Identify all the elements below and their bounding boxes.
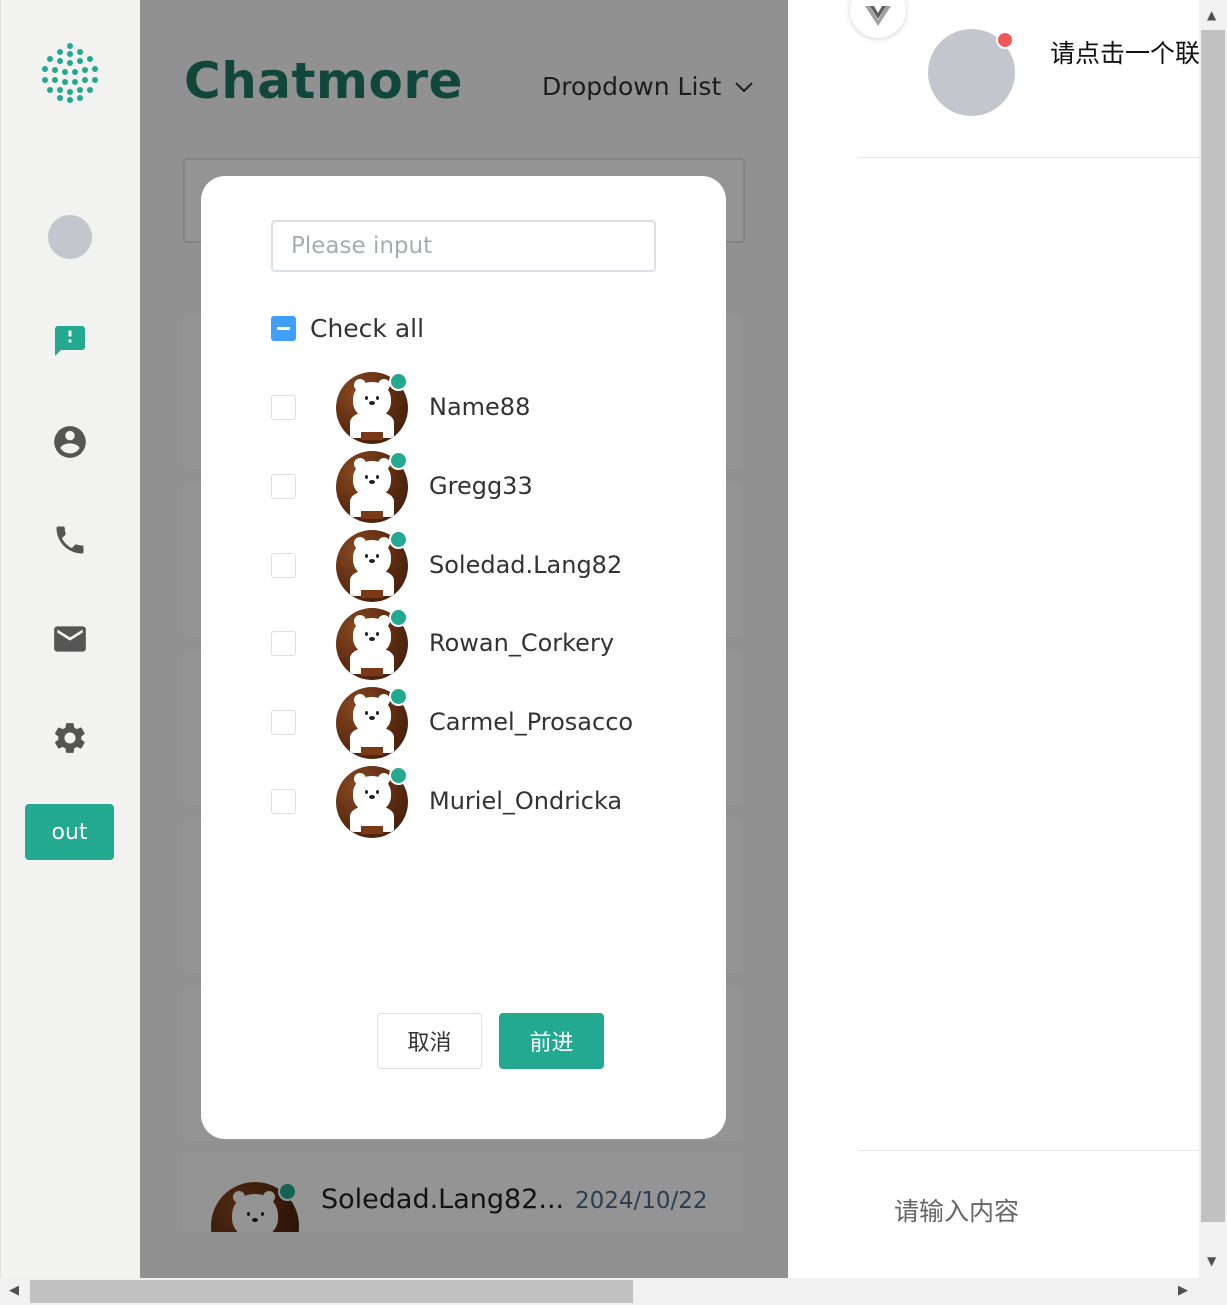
user-list-item[interactable]: Muriel_Ondricka [271, 766, 691, 838]
user-name: Name88 [429, 393, 531, 421]
user-list-item[interactable]: Gregg33 [271, 451, 691, 523]
user-list-item[interactable]: Rowan_Corkery [271, 608, 691, 680]
user-checkbox[interactable] [271, 395, 296, 420]
vertical-scrollbar[interactable]: ▲ ▼ [1199, 0, 1227, 1278]
divider [858, 1150, 1199, 1151]
select-contacts-dialog: Check all Name88 Gregg33 Soledad.Lang82 [201, 176, 726, 1139]
user-list-item[interactable]: Soledad.Lang82 [271, 530, 691, 602]
horizontal-scrollbar[interactable]: ◀ ▶ [0, 1278, 1199, 1305]
horizontal-scroll-thumb[interactable] [30, 1280, 633, 1303]
user-list-item[interactable]: Name88 [271, 372, 691, 444]
user-avatar [336, 372, 408, 444]
user-name: Rowan_Corkery [429, 629, 615, 657]
online-status-dot [389, 451, 408, 470]
search-input[interactable] [271, 220, 656, 272]
scroll-up-arrow-icon[interactable]: ▲ [1207, 8, 1216, 22]
account-circle-icon[interactable] [51, 423, 89, 461]
logout-button[interactable]: out [25, 804, 114, 860]
vue-devtools-icon[interactable] [850, 0, 906, 38]
chat-title: 请点击一个联系人 [1050, 39, 1199, 68]
user-avatar [336, 687, 408, 759]
check-all-checkbox[interactable] [271, 316, 296, 341]
chat-alert-icon[interactable] [51, 322, 89, 360]
user-name: Soledad.Lang82 [429, 551, 623, 579]
message-input[interactable]: 请输入内容 [894, 1192, 1019, 1228]
user-avatar [336, 766, 408, 838]
user-avatar [336, 451, 408, 523]
online-status-dot [389, 766, 408, 785]
scroll-left-arrow-icon[interactable]: ◀ [9, 1283, 19, 1298]
user-name: Carmel_Prosacco [429, 708, 634, 736]
phone-icon[interactable] [51, 521, 89, 559]
online-status-dot [389, 372, 408, 391]
online-status-dot [389, 687, 408, 706]
user-avatar[interactable] [48, 215, 92, 259]
scroll-down-arrow-icon[interactable]: ▼ [1207, 1254, 1216, 1268]
next-button[interactable]: 前进 [499, 1013, 604, 1069]
hexagon-dots-logo-icon [41, 42, 99, 106]
scroll-right-arrow-icon[interactable]: ▶ [1178, 1283, 1188, 1298]
vertical-scroll-thumb[interactable] [1201, 30, 1225, 1222]
check-all-label: Check all [310, 314, 425, 343]
divider [858, 157, 1199, 158]
user-name: Muriel_Ondricka [429, 787, 623, 815]
user-avatar [336, 530, 408, 602]
user-checkbox[interactable] [271, 474, 296, 499]
user-avatar [336, 608, 408, 680]
user-checkbox[interactable] [271, 710, 296, 735]
user-checkbox[interactable] [271, 789, 296, 814]
user-list-item[interactable]: Carmel_Prosacco [271, 687, 691, 759]
cancel-button[interactable]: 取消 [377, 1013, 482, 1069]
user-name: Gregg33 [429, 472, 533, 500]
online-status-dot [389, 608, 408, 627]
notification-dot [996, 31, 1014, 49]
online-status-dot [389, 530, 408, 549]
scrollbar-corner [1199, 1278, 1227, 1305]
user-checkbox[interactable] [271, 631, 296, 656]
left-sidebar: out [0, 0, 140, 1278]
chat-panel: 请点击一个联系人 请输入内容 [788, 0, 1199, 1278]
check-all[interactable]: Check all [271, 314, 424, 343]
user-checkbox[interactable] [271, 553, 296, 578]
gear-icon[interactable] [51, 719, 89, 757]
mail-icon[interactable] [51, 620, 89, 658]
